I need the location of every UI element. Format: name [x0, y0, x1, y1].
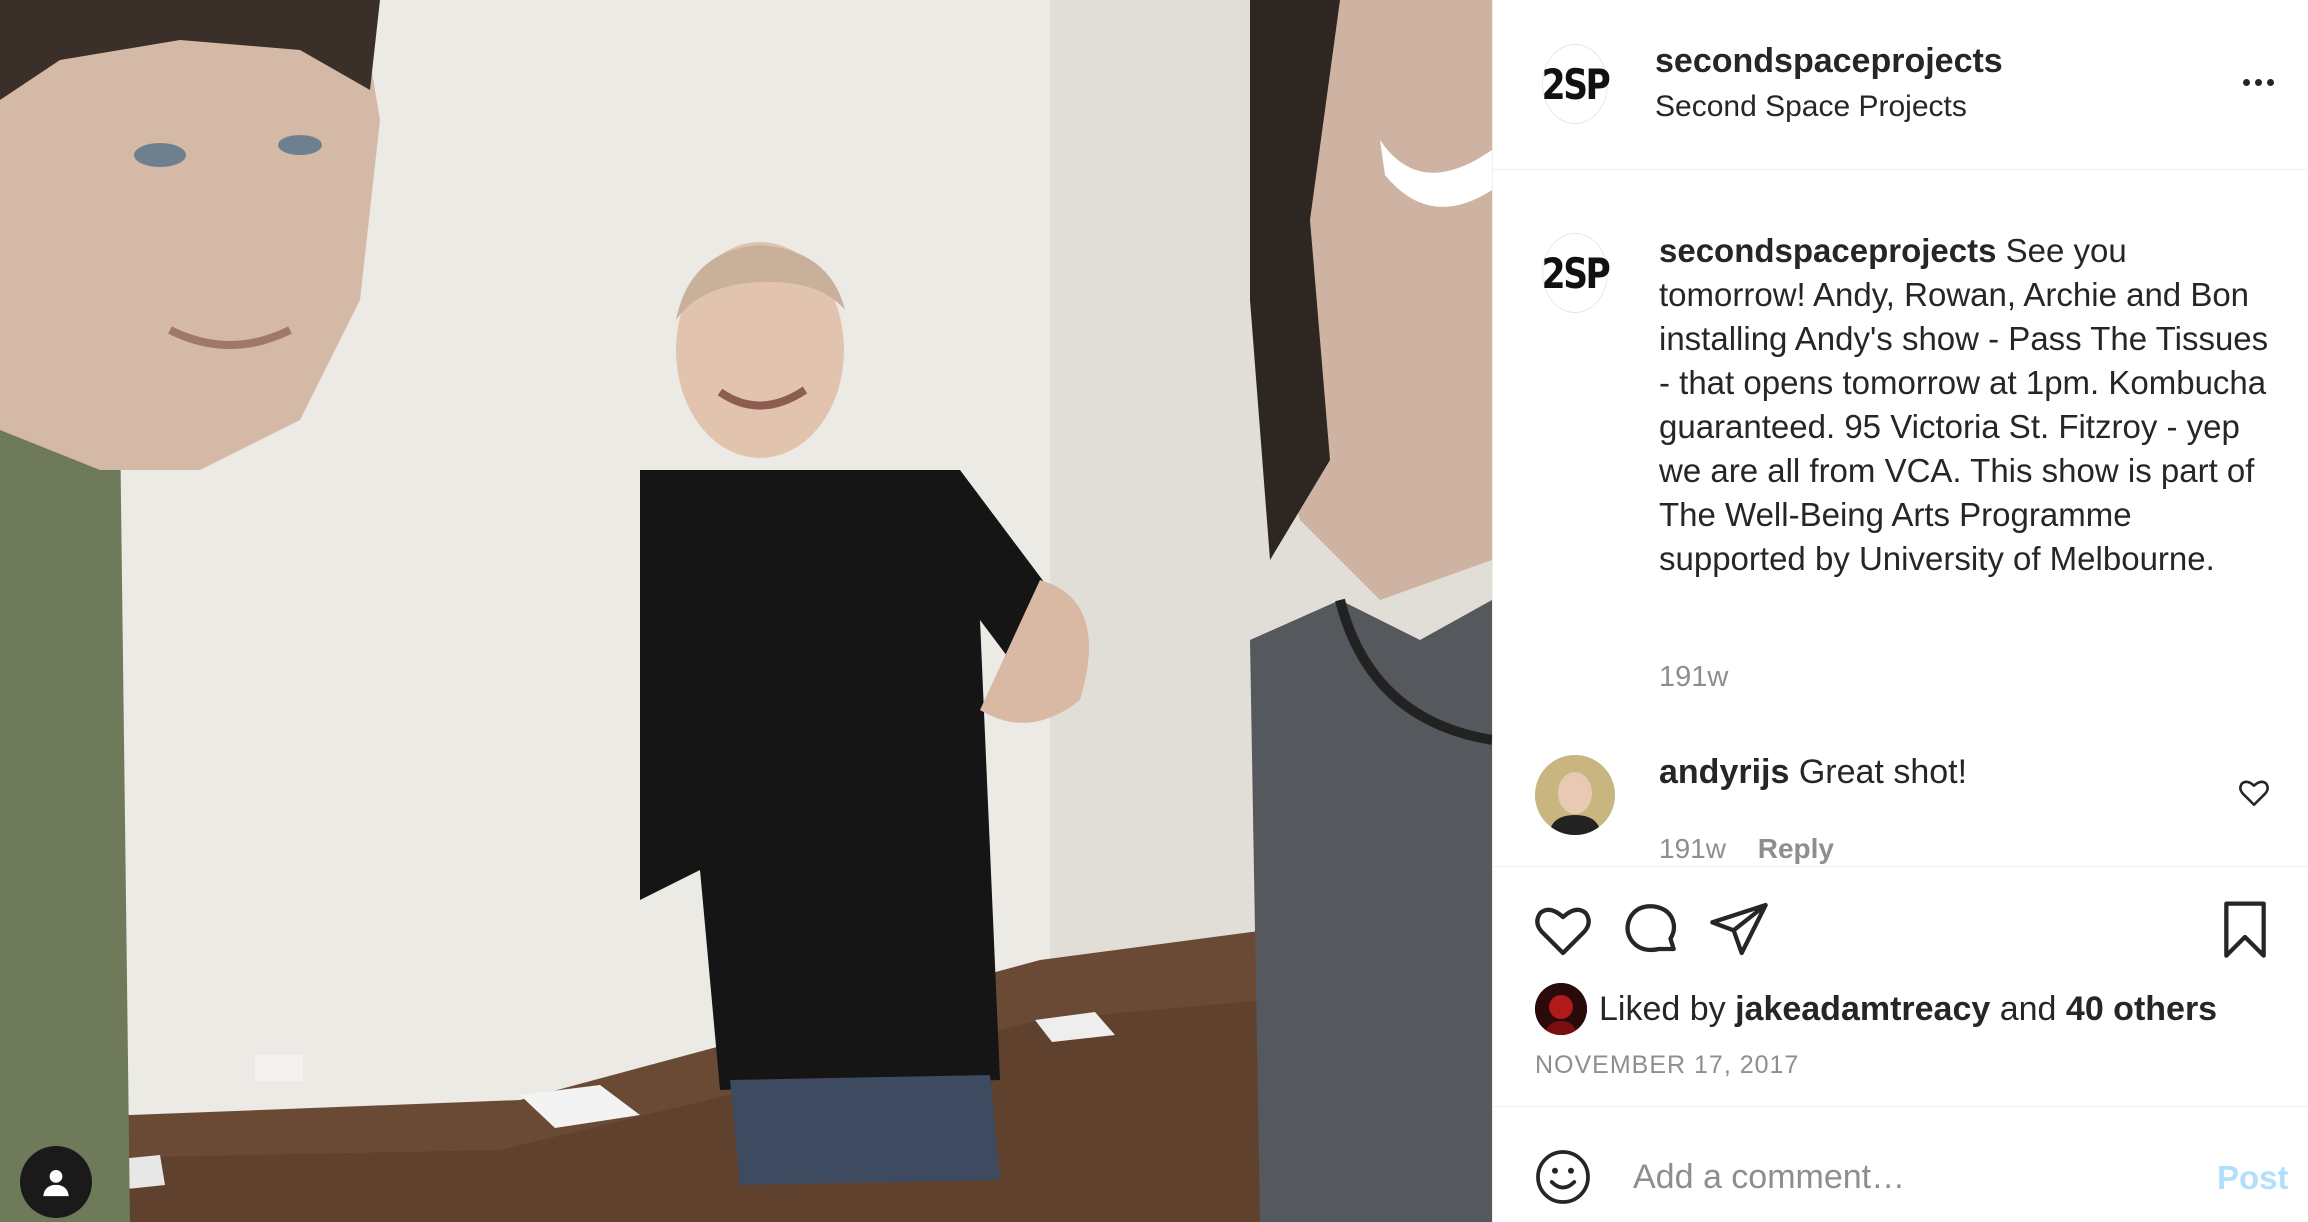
post-image	[0, 0, 1492, 1222]
comment-icon[interactable]	[1619, 897, 1683, 961]
caption: secondspaceprojects See you tomorrow! An…	[1659, 229, 2279, 581]
avatar	[1535, 755, 1615, 835]
comment-username[interactable]: andyrijs	[1659, 753, 1789, 791]
caption-username[interactable]: secondspaceprojects	[1659, 232, 1996, 269]
add-comment-bar: Post	[1493, 1106, 2308, 1222]
heart-icon[interactable]	[1531, 897, 1595, 961]
bookmark-icon[interactable]	[2213, 897, 2277, 961]
user-tag-button[interactable]	[20, 1146, 92, 1218]
profile-avatar[interactable]: 2SP	[1542, 44, 1611, 124]
comment-text: Great shot!	[1798, 753, 1968, 791]
more-options-button[interactable]	[2233, 70, 2283, 94]
caption-avatar[interactable]: 2SP	[1542, 233, 1611, 313]
caption-text: See you tomorrow! Andy, Rowan, Archie an…	[1659, 232, 2269, 577]
emoji-icon[interactable]	[1533, 1147, 1593, 1207]
comment-time[interactable]: 191w	[1659, 833, 1726, 864]
share-icon[interactable]	[1707, 897, 1771, 961]
header-full-name: Second Space Projects	[1655, 90, 1967, 123]
liked-by-others[interactable]: 40 others	[2066, 990, 2217, 1029]
post-photo[interactable]	[0, 0, 1492, 1222]
comment-meta: 191w Reply	[1659, 833, 1834, 865]
liked-by-prefix: Liked by	[1599, 989, 1726, 1028]
comment-avatar[interactable]	[1535, 755, 1615, 835]
post-date[interactable]: NOVEMBER 17, 2017	[1535, 1051, 1799, 1080]
user-icon	[43, 1169, 69, 1197]
header-username[interactable]: secondspaceprojects	[1655, 42, 2003, 81]
action-bar: Liked by jakeadamtreacy and 40 others NO…	[1493, 866, 2308, 1106]
comment-input[interactable]	[1633, 1143, 2173, 1211]
post-sidebar: 2SP secondspaceprojects Second Space Pro…	[1492, 0, 2308, 1222]
post-button[interactable]: Post	[2217, 1159, 2289, 1197]
caption-time[interactable]: 191w	[1659, 661, 1728, 694]
more-horizontal-icon	[2242, 78, 2250, 86]
heart-icon[interactable]	[2237, 775, 2271, 809]
likes-summary: Liked by jakeadamtreacy and 40 others	[1535, 983, 2217, 1035]
reply-button[interactable]: Reply	[1758, 833, 1834, 864]
comments-section: 2SP secondspaceprojects See you tomorrow…	[1493, 171, 2308, 865]
liked-by-user[interactable]: jakeadamtreacy	[1735, 990, 1990, 1029]
comment: andyrijs Great shot!	[1659, 753, 1967, 792]
post-header: 2SP secondspaceprojects Second Space Pro…	[1493, 0, 2308, 170]
liker-avatar[interactable]	[1535, 983, 1587, 1035]
liked-by-and: and	[1999, 989, 2057, 1028]
